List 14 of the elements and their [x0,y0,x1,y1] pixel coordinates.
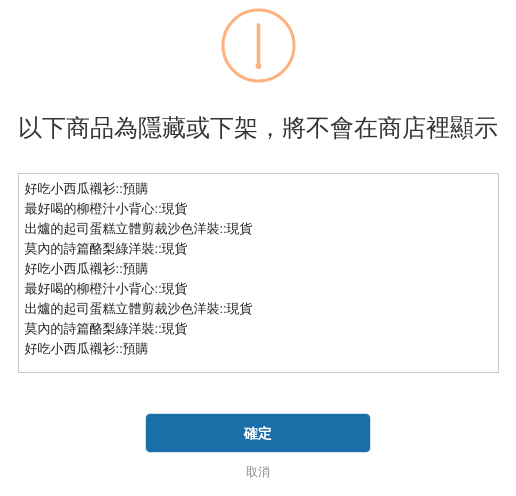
list-line: 莫內的詩篇酪梨綠洋裝::現貨 [24,320,189,338]
list-line: 最好喝的柳橙汁小背心::現貨 [24,200,189,218]
list-line: 出爐的起司蛋糕立體剪裁沙色洋裝::現貨 [24,300,254,318]
dialog-title: 以下商品為隱藏或下架，將不會在商店裡顯示 [18,114,498,144]
confirm-button[interactable]: 確定 [145,413,371,453]
item-list-box[interactable]: 好吃小西瓜襯衫::預購 最好喝的柳橙汁小背心::現貨 出爐的起司蛋糕立體剪裁沙色洋裝::現貨 莫內的詩篇酪梨綠洋裝::現貨 好吃小西瓜襯衫::預購 最好喝的柳橙汁小背心::現貨 出爐的起司蛋糕立體剪裁沙色洋裝::現貨 莫內的詩篇酪梨綠洋裝::現貨 好吃小西瓜襯衫::預購 [18,173,498,373]
warning-icon [220,8,296,83]
list-line: 好吃小西瓜襯衫::預購 [24,340,150,358]
list-line: 莫內的詩篇酪梨綠洋裝::現貨 [24,240,189,258]
list-line: 好吃小西瓜襯衫::預購 [24,180,150,198]
list-line: 出爐的起司蛋糕立體剪裁沙色洋裝::現貨 [24,220,254,238]
list-line: 最好喝的柳橙汁小背心::現貨 [24,280,189,298]
list-line: 好吃小西瓜襯衫::預購 [24,260,150,278]
cancel-link[interactable]: 取消 [246,463,270,481]
